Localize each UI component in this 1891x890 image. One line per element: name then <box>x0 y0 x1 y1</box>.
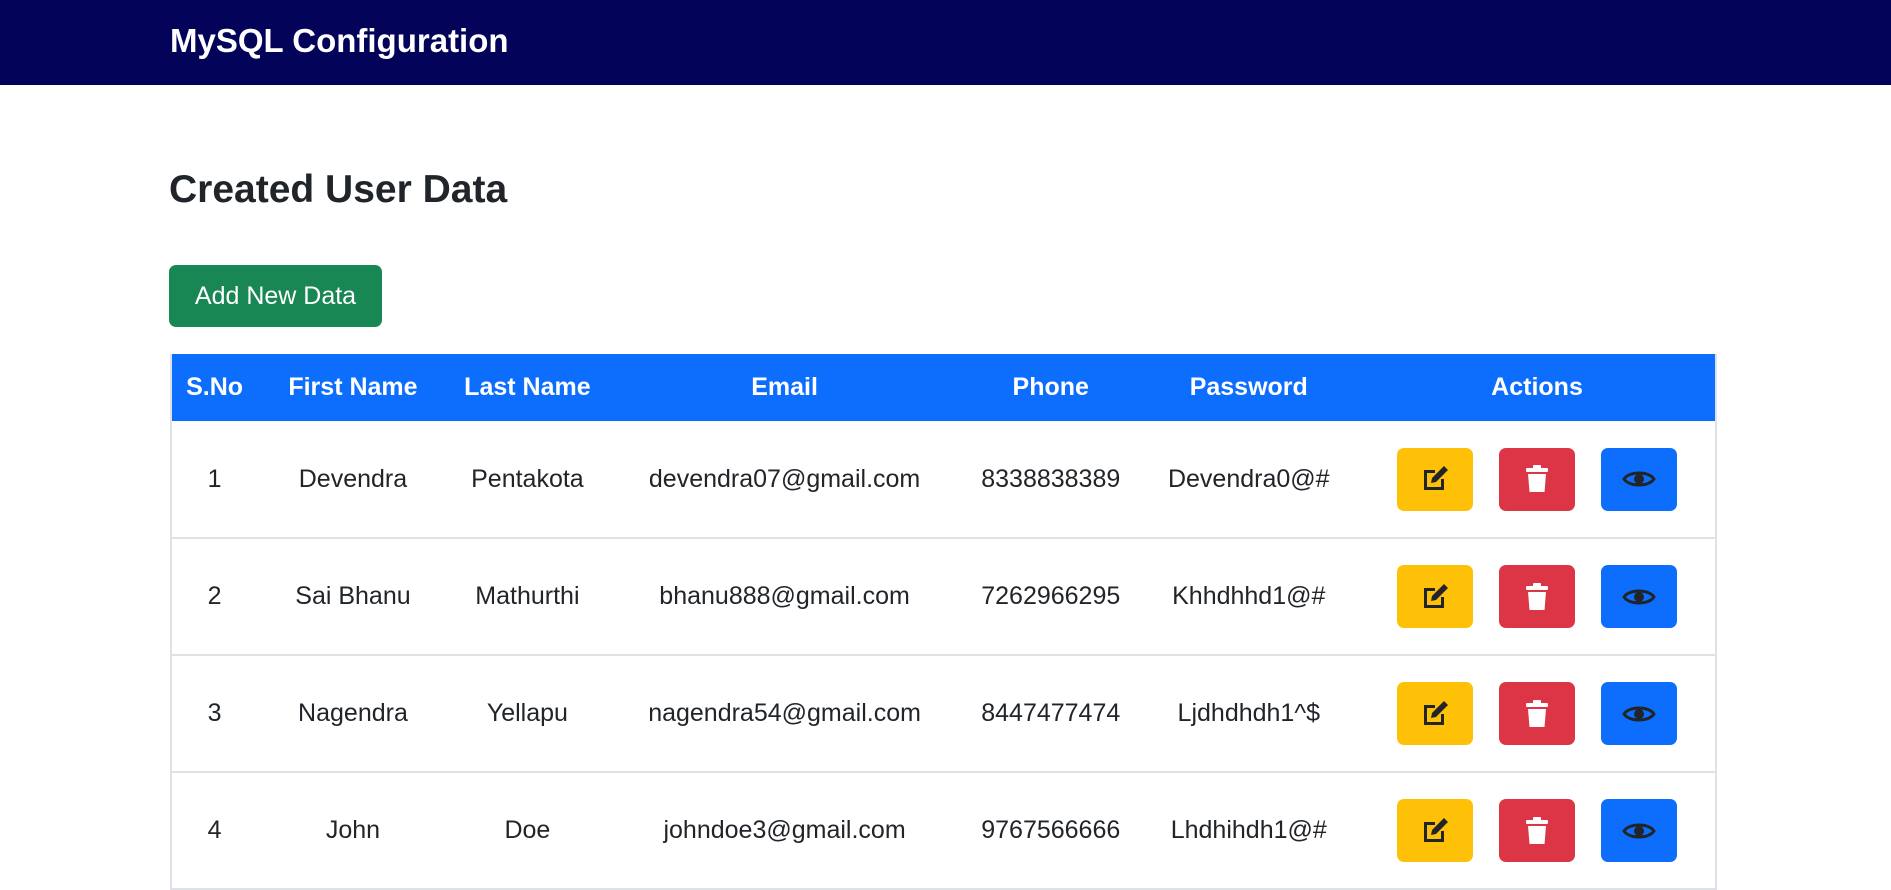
row-actions <box>1359 682 1715 745</box>
table-body: 1 Devendra Pentakota devendra07@gmail.co… <box>172 421 1715 889</box>
edit-icon <box>1424 817 1449 842</box>
header-last-name: Last Name <box>464 373 591 401</box>
cell-email: johndoe3@gmail.com <box>663 816 906 844</box>
cell-first-name: Nagendra <box>298 699 408 727</box>
trash-icon <box>1526 699 1549 727</box>
row-actions <box>1359 447 1715 511</box>
edit-icon <box>1424 583 1449 608</box>
eye-icon <box>1622 589 1656 604</box>
cell-password: Ljdhdhdh1^$ <box>1177 699 1320 727</box>
cell-sno: 4 <box>207 816 222 844</box>
edit-button[interactable] <box>1397 682 1474 745</box>
cell-actions <box>1359 538 1715 655</box>
table-row: 4 John Doe johndoe3@gmail.com 9767566666… <box>172 772 1715 889</box>
cell-password: Khhdhhd1@# <box>1172 582 1326 610</box>
eye-icon <box>1622 706 1656 721</box>
cell-email: bhanu888@gmail.com <box>659 582 910 610</box>
page-title: Created User Data <box>169 168 508 211</box>
cell-first-name: John <box>325 816 381 844</box>
header-phone: Phone <box>1012 373 1089 401</box>
cell-actions <box>1359 655 1715 772</box>
cell-phone: 8338838389 <box>981 464 1121 493</box>
add-new-data-button[interactable]: Add New Data <box>169 265 382 327</box>
cell-phone: 7262966295 <box>981 582 1121 610</box>
cell-first-name: Sai Bhanu <box>295 582 411 610</box>
cell-phone: 9767566666 <box>981 816 1121 844</box>
cell-first-name: Devendra <box>298 464 408 493</box>
delete-button[interactable] <box>1499 682 1576 745</box>
cell-email: devendra07@gmail.com <box>648 464 921 493</box>
edit-icon <box>1424 466 1449 490</box>
cell-last-name: Doe <box>504 816 551 844</box>
cell-last-name: Mathurthi <box>475 582 580 610</box>
view-button[interactable] <box>1601 565 1678 628</box>
edit-button[interactable] <box>1397 565 1474 628</box>
user-data-table: S.No First Name Last Name Email Phone Pa… <box>170 354 1717 890</box>
table-row: 3 Nagendra Yellapu nagendra54@gmail.com … <box>172 655 1715 772</box>
table-header-row: S.No First Name Last Name Email Phone Pa… <box>172 354 1715 421</box>
cell-password: Lhdhihdh1@# <box>1170 816 1327 844</box>
cell-actions <box>1359 421 1715 538</box>
eye-icon <box>1622 471 1656 487</box>
header-first-name: First Name <box>288 373 418 401</box>
trash-icon <box>1526 582 1549 610</box>
cell-email: nagendra54@gmail.com <box>648 699 921 727</box>
header-password: Password <box>1189 373 1308 401</box>
cell-sno: 3 <box>207 699 222 727</box>
edit-icon <box>1424 700 1449 725</box>
view-button[interactable] <box>1601 799 1678 862</box>
row-actions <box>1359 799 1715 862</box>
cell-sno: 2 <box>207 582 222 610</box>
delete-button[interactable] <box>1499 447 1576 511</box>
table-row: 2 Sai Bhanu Mathurthi bhanu888@gmail.com… <box>172 538 1715 655</box>
view-button[interactable] <box>1601 447 1678 511</box>
header-actions: Actions <box>1491 373 1583 401</box>
delete-button[interactable] <box>1499 799 1576 862</box>
cell-sno: 1 <box>207 464 222 493</box>
cell-phone: 8447477474 <box>981 699 1121 727</box>
navbar: MySQL Configuration <box>0 0 1891 85</box>
header-email: Email <box>751 373 818 401</box>
view-button[interactable] <box>1601 682 1678 745</box>
edit-button[interactable] <box>1397 447 1474 511</box>
delete-button[interactable] <box>1499 565 1576 628</box>
trash-icon <box>1526 465 1549 492</box>
cell-last-name: Yellapu <box>486 699 568 727</box>
cell-actions <box>1359 772 1715 889</box>
cell-password: Devendra0@# <box>1167 464 1330 493</box>
navbar-brand[interactable]: MySQL Configuration <box>170 21 509 61</box>
trash-icon <box>1526 816 1549 844</box>
cell-last-name: Pentakota <box>471 464 584 493</box>
edit-button[interactable] <box>1397 799 1474 862</box>
header-sno: S.No <box>186 373 244 401</box>
row-actions <box>1359 565 1715 628</box>
eye-icon <box>1622 823 1656 838</box>
table-row: 1 Devendra Pentakota devendra07@gmail.co… <box>172 421 1715 538</box>
